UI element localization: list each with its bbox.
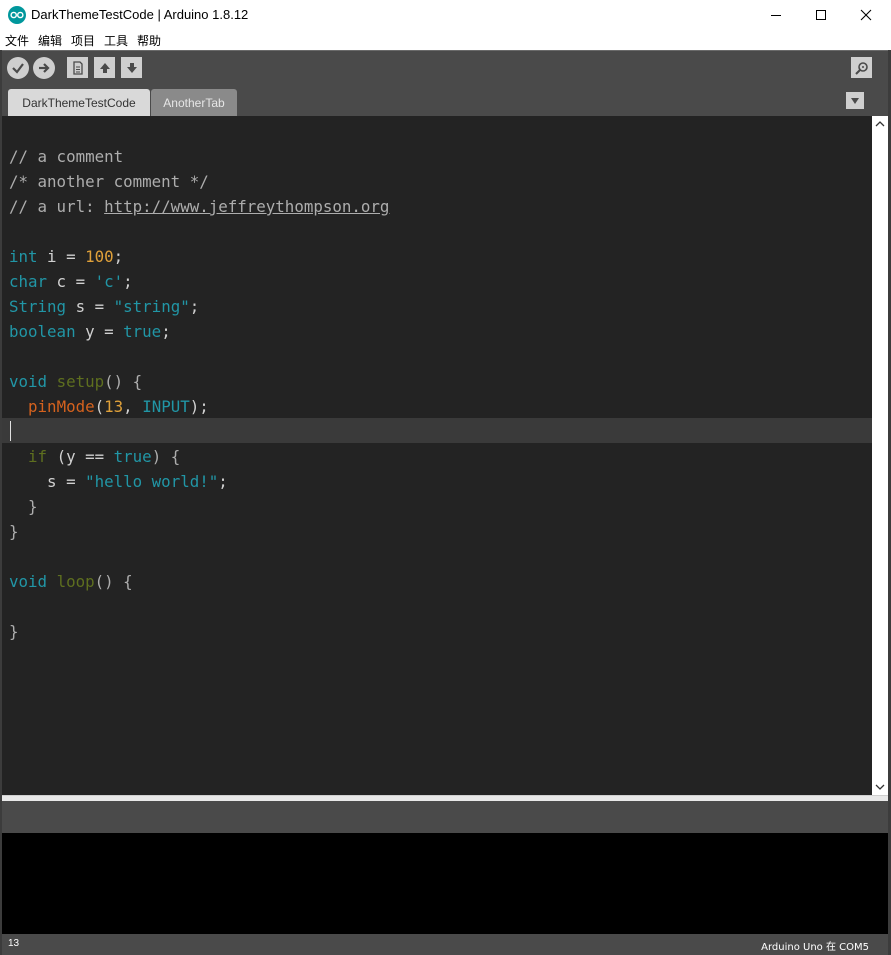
tab-menu-button[interactable] — [846, 92, 864, 109]
code-line: // a url: http://www.jeffreythompson.org — [9, 197, 390, 216]
upload-icon — [39, 63, 50, 73]
verify-icon — [12, 63, 24, 74]
menu-file[interactable]: 文件 — [5, 32, 29, 49]
new-button[interactable] — [67, 57, 88, 78]
save-button[interactable] — [121, 57, 142, 78]
code-line: s = "hello world!"; — [47, 472, 228, 491]
scroll-up-icon[interactable] — [875, 120, 885, 128]
code-line: } — [9, 622, 19, 641]
tab-darkthemetestcode[interactable]: DarkThemeTestCode — [8, 89, 150, 116]
code-url-link[interactable]: http://www.jeffreythompson.org — [104, 197, 389, 216]
code-line: String s = "string"; — [9, 297, 200, 316]
menu-edit[interactable]: 编辑 — [38, 32, 62, 49]
tab-bar: DarkThemeTestCode AnotherTab — [2, 85, 888, 116]
open-button[interactable] — [94, 57, 115, 78]
code-line: } — [28, 497, 38, 516]
minimize-icon — [771, 15, 781, 16]
verify-button[interactable] — [7, 57, 29, 79]
current-line-highlight — [2, 418, 872, 443]
close-button[interactable] — [843, 0, 889, 30]
console-output[interactable] — [2, 833, 888, 934]
code-line: // a comment — [9, 147, 124, 166]
serial-monitor-icon — [854, 61, 868, 75]
status-bar: 13 Arduino Uno 在 COM5 — [2, 934, 888, 955]
upload-button[interactable] — [33, 57, 55, 79]
board-port: Arduino Uno 在 COM5 — [761, 942, 869, 953]
code-line: void loop() { — [9, 572, 133, 591]
scroll-down-icon[interactable] — [875, 783, 885, 791]
code-line: if (y == true) { — [28, 447, 181, 466]
editor-scrollbar[interactable] — [872, 116, 888, 795]
code-line: int i = 100; — [9, 247, 124, 266]
code-line: void setup() { — [9, 372, 143, 391]
chevron-down-icon — [851, 97, 859, 104]
close-icon — [860, 9, 872, 21]
toolbar — [2, 50, 888, 85]
code-line: char c = 'c'; — [9, 272, 133, 291]
code-line: /* another comment */ — [9, 172, 209, 191]
code-line: pinMode(13, INPUT); — [28, 397, 209, 416]
code-line: } — [9, 522, 19, 541]
menu-sketch[interactable]: 项目 — [71, 32, 95, 49]
line-number: 13 — [8, 938, 20, 949]
tab-anothertab[interactable]: AnotherTab — [151, 89, 237, 116]
open-icon — [99, 62, 110, 73]
text-caret — [10, 421, 11, 441]
menu-bar: 文件 编辑 项目 工具 帮助 — [0, 30, 891, 50]
code-line: boolean y = true; — [9, 322, 171, 341]
serial-monitor-button[interactable] — [851, 57, 872, 78]
new-icon — [72, 60, 83, 75]
window-title: DarkThemeTestCode | Arduino 1.8.12 — [31, 7, 249, 22]
maximize-button[interactable] — [798, 0, 844, 30]
menu-tools[interactable]: 工具 — [104, 32, 128, 49]
save-icon — [126, 62, 137, 73]
message-bar — [2, 801, 888, 833]
code-editor[interactable]: // a comment /* another comment */ // a … — [2, 116, 872, 795]
minimize-button[interactable] — [753, 0, 799, 30]
maximize-icon — [816, 10, 826, 20]
menu-help[interactable]: 帮助 — [137, 32, 161, 49]
arduino-logo-icon — [8, 6, 26, 24]
title-bar: DarkThemeTestCode | Arduino 1.8.12 — [0, 0, 891, 30]
